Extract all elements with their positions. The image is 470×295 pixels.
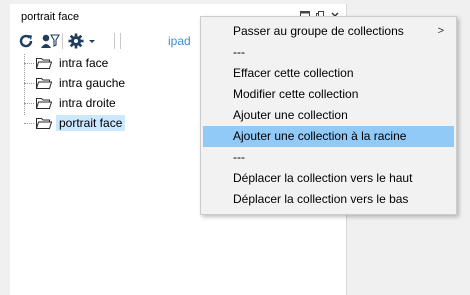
tree-item-label: portrait face [56,115,126,131]
toolbar-separator [114,33,115,49]
menu-item-passer-au-groupe[interactable]: Passer au groupe de collections > [203,21,454,42]
menu-separator: --- [203,42,454,63]
menu-item-label: Passer au groupe de collections [233,24,404,38]
refresh-icon [19,34,33,48]
tree-item-label: intra gauche [59,76,126,90]
menu-item-label: Ajouter une collection [233,108,348,122]
menu-item-label: Déplacer la collection vers le bas [233,192,409,206]
tree-item-label: intra droite [59,96,116,110]
gear-icon [68,33,84,49]
user-filter-icon [41,34,60,48]
menu-item-label: Modifier cette collection [233,87,359,101]
submenu-arrow-icon: > [437,25,444,37]
menu-item-modifier-collection[interactable]: Modifier cette collection [203,84,454,105]
menu-item-deplacer-haut[interactable]: Déplacer la collection vers le haut [203,168,454,189]
folder-icon [36,58,52,69]
menu-item-ajouter-collection[interactable]: Ajouter une collection [203,105,454,126]
menu-item-ajouter-collection-racine[interactable]: Ajouter une collection à la racine [203,126,454,147]
tree-item-intra-gauche[interactable]: intra gauche [24,74,128,92]
tree-item-intra-droite[interactable]: intra droite [24,94,119,112]
menu-item-label: --- [233,150,245,164]
tree-item-intra-face[interactable]: intra face [24,54,111,72]
context-menu: Passer au groupe de collections > --- Ef… [200,16,457,215]
menu-item-label: --- [233,45,245,59]
refresh-button[interactable] [18,31,34,51]
chevron-down-icon [89,40,95,43]
menu-item-label: Déplacer la collection vers le haut [233,171,413,185]
folder-icon [36,98,52,109]
tree-item-label: intra face [59,56,109,70]
device-label[interactable]: ipad [168,34,191,48]
menu-item-label: Effacer cette collection [233,66,354,80]
menu-separator: --- [203,147,454,168]
menu-item-label: Ajouter une collection à la racine [233,129,407,143]
user-filter-button[interactable] [40,31,60,51]
toolbar-separator [120,33,121,49]
folder-icon [36,78,52,89]
tree-item-portrait-face[interactable]: portrait face [24,114,126,132]
panel-title: portrait face [21,11,80,23]
menu-item-deplacer-bas[interactable]: Déplacer la collection vers le bas [203,189,454,210]
folder-icon [36,118,52,129]
settings-menu-button[interactable] [68,31,97,51]
menu-item-effacer-collection[interactable]: Effacer cette collection [203,63,454,84]
toolbar-separator [62,33,63,49]
